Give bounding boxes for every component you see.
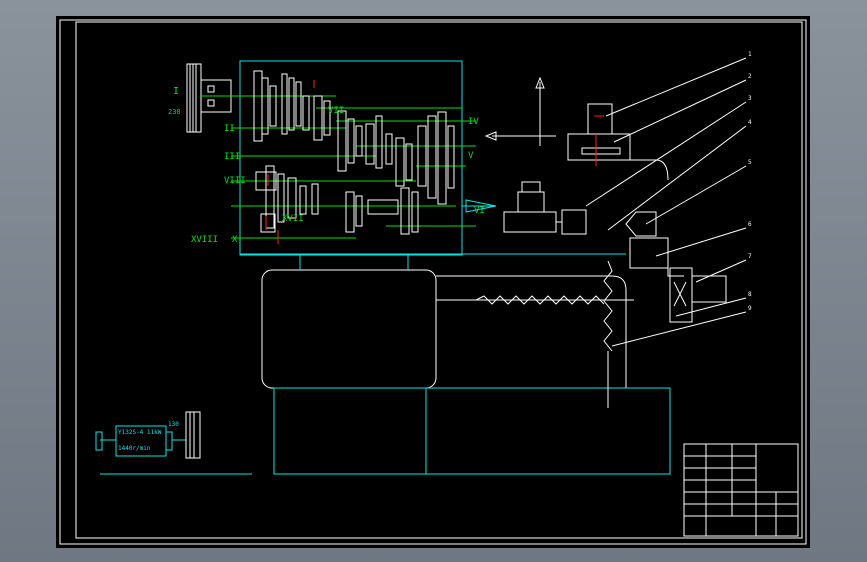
gear-train — [253, 70, 455, 235]
shaft-label-iv: IV — [468, 117, 479, 127]
leader-number: 9 — [748, 305, 752, 312]
leader-number: 3 — [748, 95, 752, 102]
shaft-label-xviii: XVIII — [191, 235, 218, 245]
right-pedestal — [425, 387, 671, 475]
shaft-label-xvii: XVII — [282, 214, 304, 224]
outer-border — [59, 19, 807, 545]
shaft-label-ii: II — [224, 124, 235, 134]
leader-number: 1 — [748, 51, 752, 58]
shaft-label-x: X — [232, 235, 238, 245]
leader-number: 5 — [748, 159, 752, 166]
leader-number: 6 — [748, 221, 752, 228]
axis-arrows — [484, 76, 556, 146]
left-pedestal — [273, 387, 427, 475]
inner-border — [75, 21, 803, 539]
shaft-label-viii: VIII — [224, 176, 246, 186]
title-block — [683, 443, 799, 537]
cross-slide — [567, 103, 669, 181]
motor-speed-label: 1440r/min — [118, 445, 151, 452]
kinematic-diagram: I 230 II III IV V VI VII VIII XVII XVIII… — [59, 19, 807, 545]
leader-number: 4 — [748, 119, 752, 126]
motor-pulley-label: 130 — [168, 421, 179, 428]
shaft-label-vi: VI — [474, 206, 485, 216]
tool-post — [503, 181, 587, 235]
shaft-label-vii: VII — [328, 106, 344, 116]
leader-lines — [585, 57, 747, 347]
feed-rod — [603, 260, 613, 352]
shaft-label-iii: III — [224, 152, 240, 162]
tailstock — [625, 211, 684, 277]
input-pulley — [186, 63, 256, 133]
leader-number: 7 — [748, 253, 752, 260]
red-marks — [265, 80, 604, 244]
leader-number: 8 — [748, 291, 752, 298]
shaft-label-v: V — [468, 151, 474, 161]
cad-viewport[interactable]: I 230 II III IV V VI VII VIII XVII XVIII… — [56, 16, 810, 548]
bed-outline — [270, 275, 627, 389]
motor-model-label: Y132S-4 11kW — [118, 429, 162, 436]
leader-number: 2 — [748, 73, 752, 80]
pulley-diameter-label: 230 — [168, 108, 181, 116]
shaft-label-i: I — [173, 86, 179, 97]
apron-box — [261, 269, 437, 389]
